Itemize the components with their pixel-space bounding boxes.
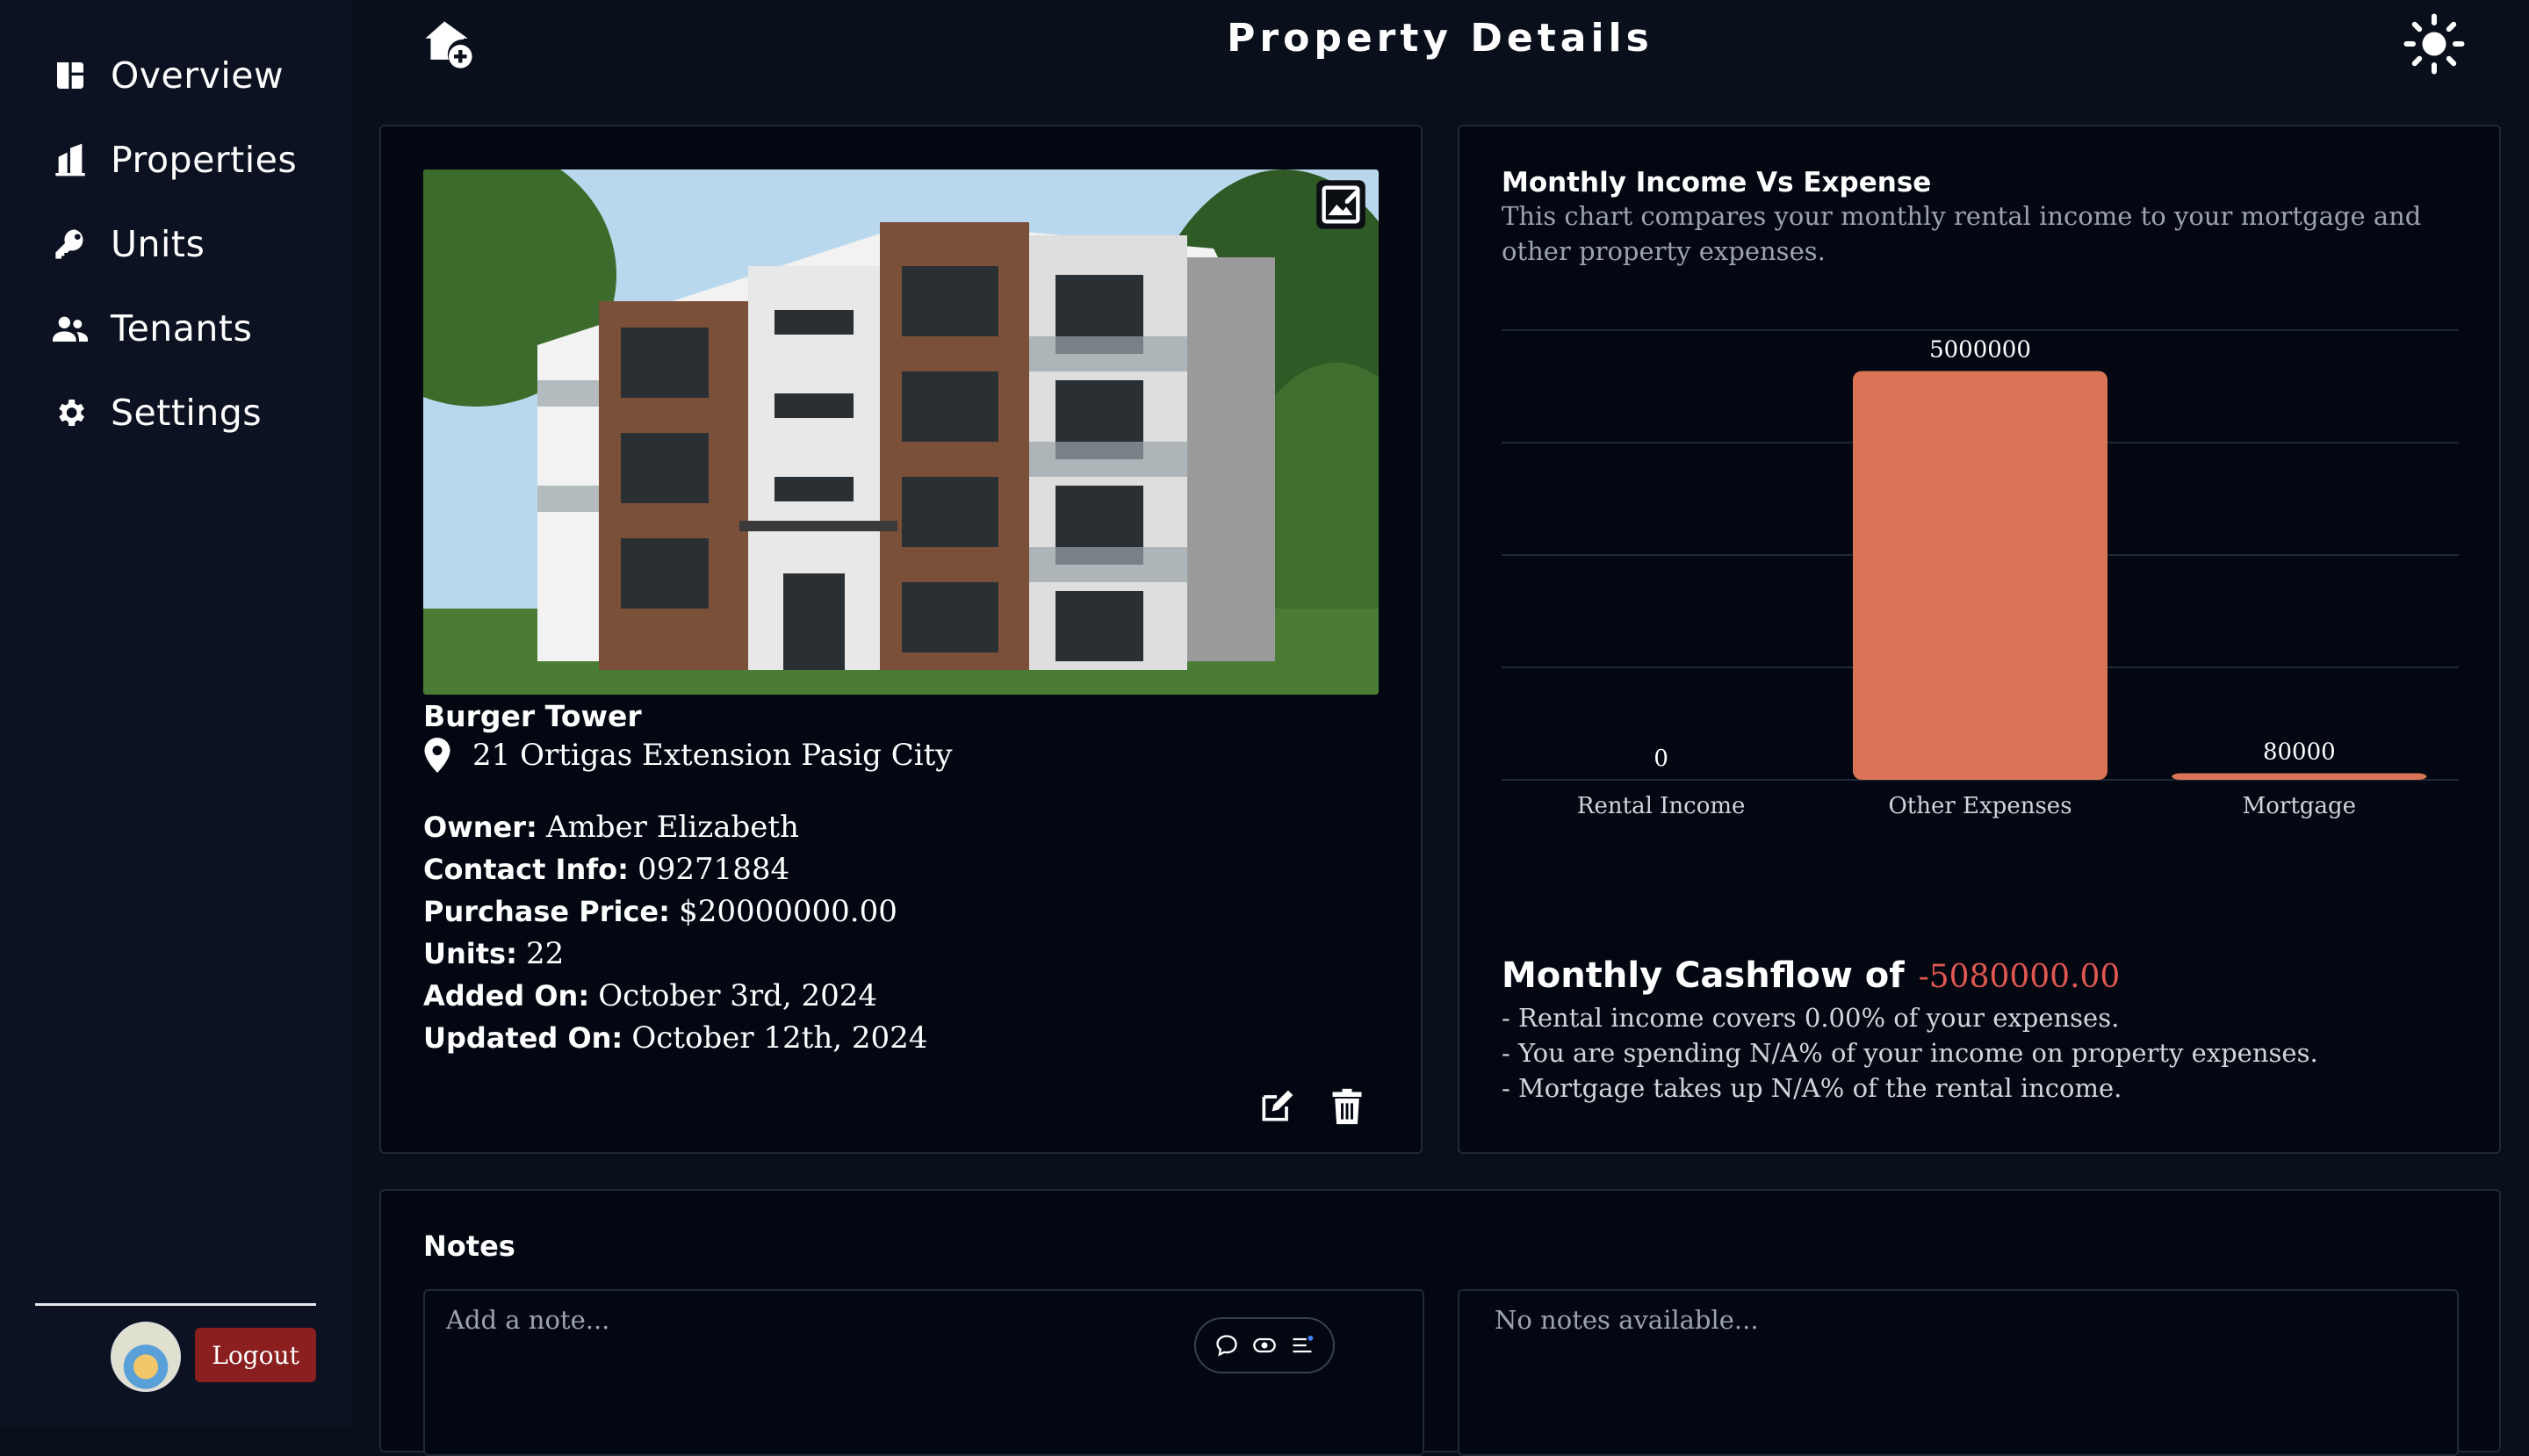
sidebar-item-settings[interactable]: Settings bbox=[53, 378, 334, 448]
monthly-cashflow: Monthly Cashflow of -5080000.00 bbox=[1502, 955, 2120, 996]
building-icon bbox=[55, 143, 85, 177]
sidebar-item-units[interactable]: Units bbox=[53, 209, 334, 279]
sidebar: Overview Properties Units Tenants Settin… bbox=[0, 0, 351, 1426]
building-image bbox=[423, 169, 1379, 695]
property-address: 21 Ortigas Extension Pasig City bbox=[423, 738, 952, 773]
sidebar-item-label: Units bbox=[111, 223, 205, 265]
detail-units: Units: 22 bbox=[423, 936, 565, 971]
logout-button[interactable]: Logout bbox=[195, 1328, 316, 1382]
page-title: Property Details bbox=[1227, 16, 1654, 61]
sidebar-item-properties[interactable]: Properties bbox=[53, 125, 334, 195]
delete-icon[interactable] bbox=[1328, 1087, 1366, 1126]
chart-description: This chart compares your monthly rental … bbox=[1502, 201, 2422, 266]
list-icon[interactable] bbox=[1290, 1333, 1315, 1358]
sidebar-item-label: Properties bbox=[111, 139, 298, 181]
detail-updated-on: Updated On: October 12th, 2024 bbox=[423, 1020, 928, 1056]
sidebar-item-label: Overview bbox=[111, 54, 285, 97]
chart-bar bbox=[1853, 371, 2108, 780]
change-photo-icon[interactable] bbox=[1315, 179, 1366, 230]
key-icon bbox=[55, 229, 83, 259]
detail-purchase-price: Purchase Price: $20000000.00 bbox=[423, 894, 897, 929]
preview-icon[interactable] bbox=[1252, 1333, 1277, 1358]
add-property-icon[interactable] bbox=[423, 19, 474, 70]
property-photo bbox=[423, 169, 1379, 695]
chart-bar bbox=[2172, 773, 2427, 780]
cashflow-value: -5080000.00 bbox=[1918, 959, 2121, 995]
detail-owner: Owner: Amber Elizabeth bbox=[423, 810, 799, 845]
theme-toggle-sun-icon[interactable] bbox=[2403, 12, 2466, 76]
sidebar-item-tenants[interactable]: Tenants bbox=[53, 293, 334, 364]
chart-tick-label: Other Expenses bbox=[1888, 793, 2071, 819]
detail-added-on: Added On: October 3rd, 2024 bbox=[423, 978, 878, 1013]
insight-line: - Mortgage takes up N/A% of the rental i… bbox=[1502, 1073, 2122, 1103]
sidebar-item-label: Tenants bbox=[111, 307, 253, 350]
insight-line: - You are spending N/A% of your income o… bbox=[1502, 1038, 2318, 1068]
sidebar-item-label: Settings bbox=[111, 392, 263, 434]
comment-icon[interactable] bbox=[1214, 1333, 1239, 1358]
address-text: 21 Ortigas Extension Pasig City bbox=[472, 738, 953, 773]
chart-data-label: 5000000 bbox=[1929, 337, 2031, 364]
users-icon bbox=[53, 316, 88, 342]
edit-icon[interactable] bbox=[1257, 1087, 1296, 1126]
note-toolbar bbox=[1194, 1317, 1335, 1373]
gear-icon bbox=[59, 400, 84, 426]
chart-tick-label: Mortgage bbox=[2243, 793, 2356, 819]
insight-line: - Rental income covers 0.00% of your exp… bbox=[1502, 1003, 2120, 1033]
dashboard-icon bbox=[57, 62, 83, 89]
chart-data-label: 80000 bbox=[2263, 739, 2336, 766]
cashflow-label: Monthly Cashflow of bbox=[1502, 955, 1905, 996]
notes-list: No notes available... bbox=[1458, 1289, 2459, 1456]
location-pin-icon bbox=[424, 738, 450, 773]
sidebar-item-overview[interactable]: Overview bbox=[53, 40, 334, 111]
chart-data-label: 0 bbox=[1654, 746, 1668, 772]
notes-title: Notes bbox=[423, 1229, 515, 1263]
property-name: Burger Tower bbox=[423, 699, 642, 733]
income-expense-bar-chart: 0 Rental Income 5000000 Other Expenses 80000… bbox=[1502, 329, 2459, 819]
chart-title: Monthly Income Vs Expense bbox=[1502, 167, 1932, 198]
avatar[interactable] bbox=[111, 1322, 181, 1392]
chart-tick-label: Rental Income bbox=[1577, 793, 1746, 819]
sidebar-divider bbox=[35, 1303, 316, 1306]
detail-contact: Contact Info: 09271884 bbox=[423, 852, 790, 887]
